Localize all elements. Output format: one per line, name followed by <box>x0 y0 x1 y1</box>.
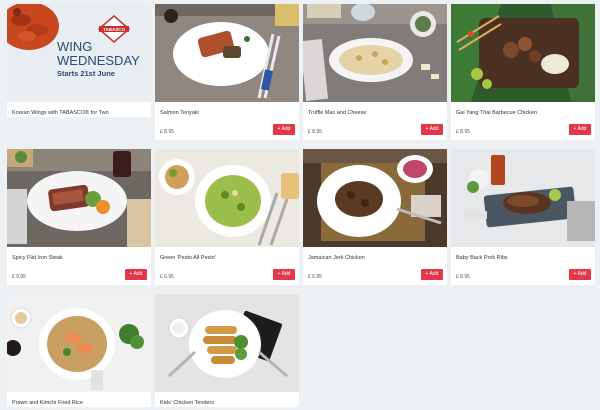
menu-item-price: £ 6.95 <box>308 274 322 280</box>
food-image[interactable] <box>451 4 595 102</box>
add-to-order-button[interactable]: + Add <box>421 124 443 135</box>
food-image[interactable] <box>303 4 447 102</box>
menu-item-price: £ 8.95 <box>456 129 470 135</box>
promo-line3: Starts 21st June <box>57 69 115 78</box>
menu-item-name: Baby Back Pork Ribs <box>456 255 508 261</box>
menu-card-salmon-teriyaki[interactable]: Salmon Teriyaki £ 8.95 + Add <box>155 4 299 140</box>
menu-card-gai-yang[interactable]: Gai Yang Thai Barbecue Chicken £ 8.95 + … <box>451 4 595 140</box>
add-to-order-button[interactable]: + Add <box>125 269 147 280</box>
food-image[interactable] <box>7 149 151 247</box>
menu-item-name: Green 'Pesto All Pesto' <box>160 255 216 261</box>
add-to-order-button[interactable]: + Add <box>569 269 591 280</box>
menu-card-flat-iron-steak[interactable]: Spicy Flat Iron Steak £ 9.95 + Add <box>7 149 151 285</box>
menu-card-korean-wings[interactable]: TABASCO WING WEDNESDAY Starts 21st June … <box>7 4 151 117</box>
food-image[interactable] <box>7 294 151 392</box>
menu-item-price: £ 8.95 <box>456 274 470 280</box>
add-to-order-button[interactable]: + Add <box>421 269 443 280</box>
add-to-order-button[interactable]: + Add <box>273 124 295 135</box>
menu-card-green-pesto[interactable]: Green 'Pesto All Pesto' £ 6.95 + Add <box>155 149 299 285</box>
menu-item-name: Korean Wings with TABASCO® for Two <box>12 110 109 116</box>
menu-item-name: Jamaican Jerk Chicken <box>308 255 365 261</box>
food-image[interactable] <box>451 149 595 247</box>
logo-text: TABASCO <box>103 27 125 32</box>
menu-card-truffle-mac[interactable]: Truffle Mac and Cheese £ 8.95 + Add <box>303 4 447 140</box>
promo-banner-image[interactable]: TABASCO WING WEDNESDAY Starts 21st June <box>7 4 151 102</box>
menu-item-name: Gai Yang Thai Barbecue Chicken <box>456 110 538 116</box>
menu-card-prawn-kimchi-rice[interactable]: Prawn and Kimchi Fried Rice <box>7 294 151 407</box>
add-to-order-button[interactable]: + Add <box>273 269 295 280</box>
menu-item-price: £ 9.95 <box>12 274 26 280</box>
menu-item-name: Salmon Teriyaki <box>160 110 199 116</box>
food-image[interactable] <box>155 294 299 392</box>
menu-item-price: £ 8.95 <box>160 129 174 135</box>
menu-item-price: £ 6.95 <box>160 274 174 280</box>
menu-item-name: Kids' Chicken Tenders <box>160 400 215 406</box>
promo-line2: WEDNESDAY <box>57 53 140 68</box>
food-image[interactable] <box>303 149 447 247</box>
menu-item-name: Truffle Mac and Cheese <box>308 110 367 116</box>
menu-card-pork-ribs[interactable]: Baby Back Pork Ribs £ 8.95 + Add <box>451 149 595 285</box>
add-to-order-button[interactable]: + Add <box>569 124 591 135</box>
menu-item-name: Spicy Flat Iron Steak <box>12 255 63 261</box>
menu-card-jerk-chicken[interactable]: Jamaican Jerk Chicken £ 6.95 + Add <box>303 149 447 285</box>
menu-item-name: Prawn and Kimchi Fried Rice <box>12 400 83 406</box>
promo-line1: WING <box>57 39 92 54</box>
menu-item-price: £ 8.95 <box>308 129 322 135</box>
food-image[interactable] <box>155 149 299 247</box>
menu-card-kids-chicken-tenders[interactable]: Kids' Chicken Tenders <box>155 294 299 407</box>
food-image[interactable] <box>155 4 299 102</box>
